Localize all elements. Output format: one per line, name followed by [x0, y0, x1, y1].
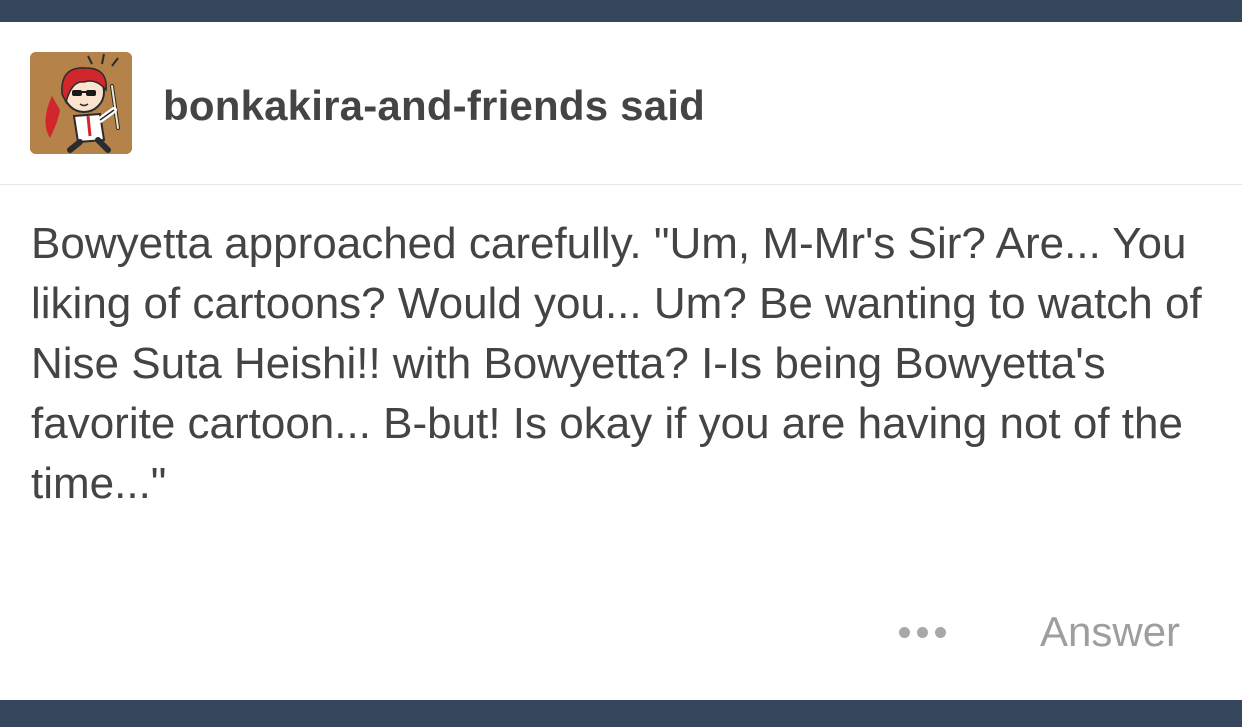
avatar[interactable] [30, 52, 132, 154]
ask-header: bonkakira-and-friends said [0, 22, 1242, 185]
question-text: Bowyetta approached carefully. "Um, M-Mr… [31, 219, 1202, 508]
answer-button[interactable]: Answer [1040, 608, 1180, 656]
asker-name[interactable]: bonkakira-and-friends said [163, 82, 705, 130]
ellipsis-icon [898, 626, 946, 638]
bottom-nav-bar [0, 700, 1242, 727]
more-options-button[interactable] [888, 610, 956, 654]
avatar-image [30, 52, 132, 154]
top-nav-bar [0, 0, 1242, 22]
ask-card: bonkakira-and-friends said Bowyetta appr… [0, 22, 1242, 700]
